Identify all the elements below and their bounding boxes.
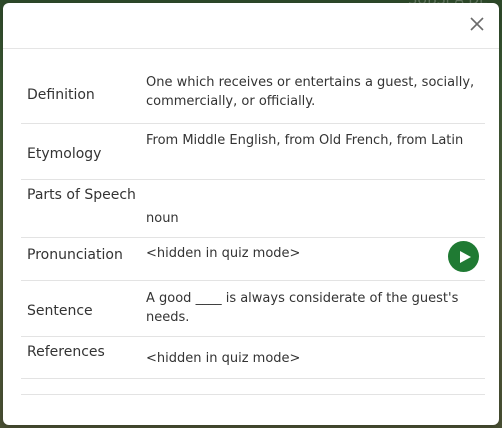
sentence-value: A good ____ is always considerate of the… <box>146 291 459 325</box>
references-label: References <box>27 344 105 360</box>
play-pronunciation-button[interactable] <box>448 241 479 272</box>
word-details-table: Definition One which receives or enterta… <box>21 66 485 395</box>
pronunciation-value: <hidden in quiz mode> <box>146 246 301 261</box>
etymology-label: Etymology <box>27 146 102 162</box>
table-row-etymology: Etymology From Middle English, from Old … <box>21 123 485 179</box>
parts-of-speech-value: noun <box>146 211 179 226</box>
pronunciation-label: Pronunciation <box>27 247 123 263</box>
sentence-label: Sentence <box>27 303 93 319</box>
table-row-empty <box>21 378 485 394</box>
table-row-pronunciation: Pronunciation <hidden in quiz mode> <box>21 237 485 280</box>
references-value: <hidden in quiz mode> <box>146 351 301 366</box>
modal-header <box>3 3 499 49</box>
table-row-references: References <hidden in quiz mode> <box>21 336 485 378</box>
table-row-sentence: Sentence A good ____ is always considera… <box>21 280 485 336</box>
close-icon <box>470 17 484 31</box>
play-icon <box>459 250 471 263</box>
word-details-modal: Definition One which receives or enterta… <box>3 3 499 425</box>
etymology-value: From Middle English, from Old French, fr… <box>146 133 464 148</box>
parts-of-speech-label: Parts of Speech <box>27 187 136 203</box>
table-row-parts-of-speech: Parts of Speech noun <box>21 179 485 237</box>
definition-label: Definition <box>27 87 95 103</box>
close-button[interactable] <box>468 15 486 33</box>
table-bottom-divider <box>21 394 485 395</box>
table-row-definition: Definition One which receives or enterta… <box>21 66 485 123</box>
definition-value: One which receives or entertains a guest… <box>146 75 475 109</box>
